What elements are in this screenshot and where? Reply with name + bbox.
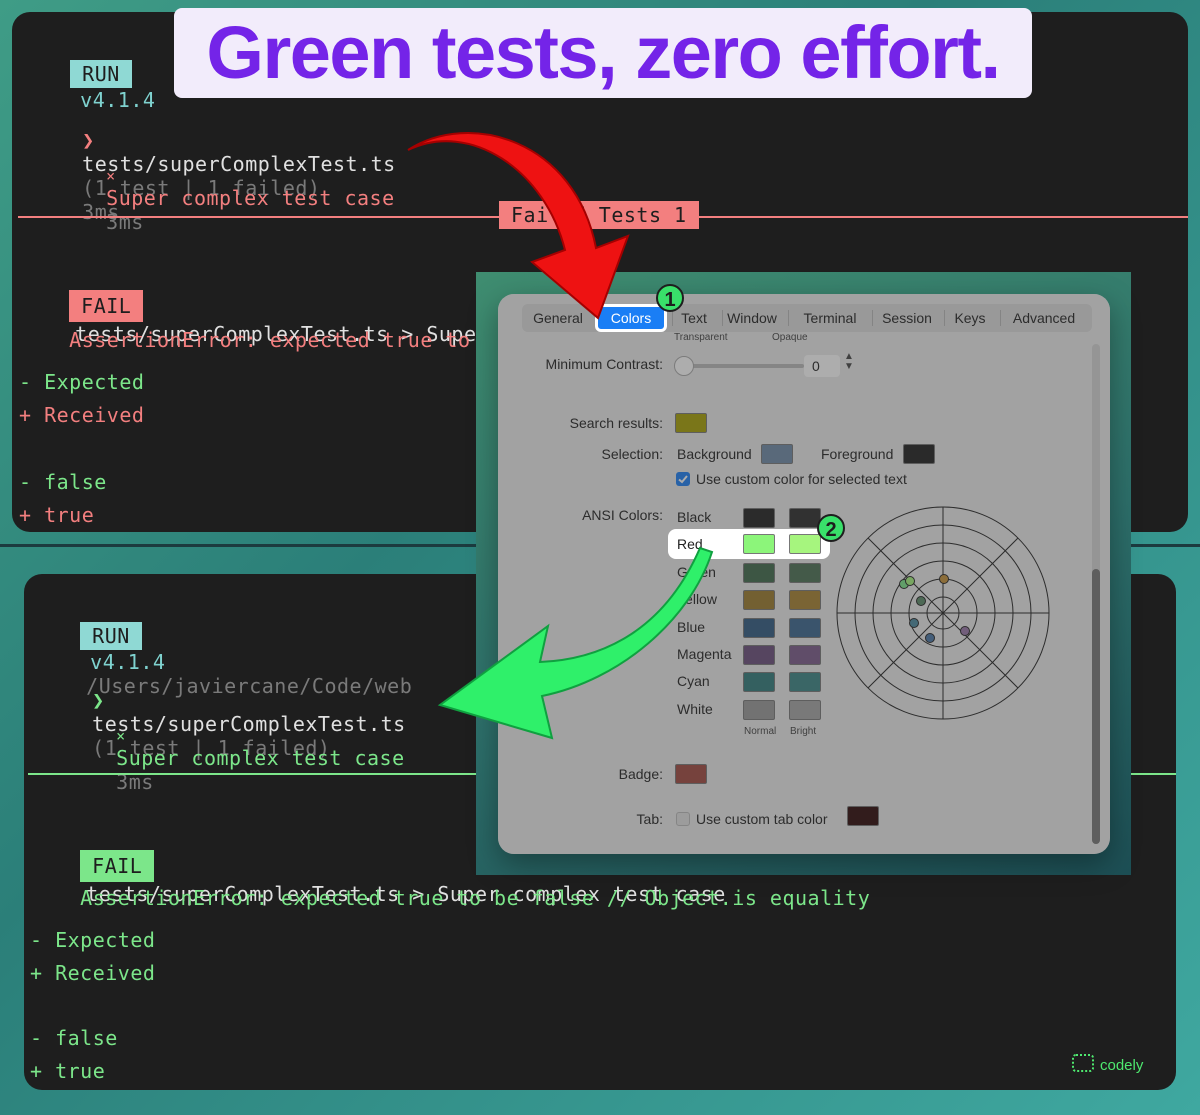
red-arrow xyxy=(407,132,630,320)
arrows-layer xyxy=(407,132,714,740)
headline: Green tests, zero effort. xyxy=(174,8,1032,98)
codely-logo-icon xyxy=(1072,1054,1094,1072)
step-badge-2: 2 xyxy=(817,514,845,542)
brand-logo: codely xyxy=(1072,1054,1143,1074)
brand-name: codely xyxy=(1100,1057,1144,1074)
green-arrow xyxy=(437,546,714,740)
step-badge-1: 1 xyxy=(656,284,684,312)
